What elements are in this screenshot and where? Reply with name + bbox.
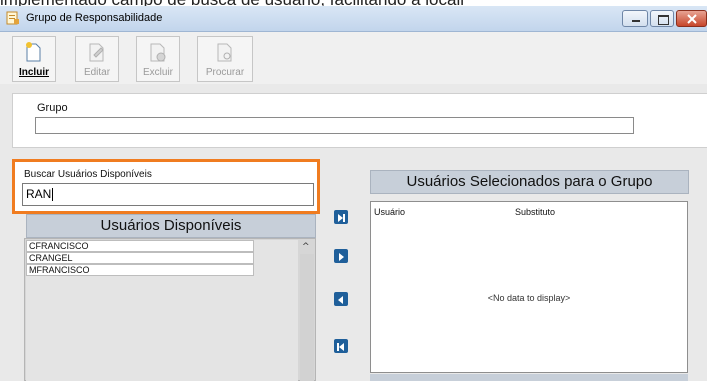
move-all-right-button[interactable] — [334, 210, 348, 224]
play-left-icon — [338, 296, 343, 304]
skip-next-icon — [338, 214, 345, 222]
close-icon — [687, 14, 697, 24]
play-right-icon — [339, 253, 344, 261]
move-right-button[interactable] — [334, 249, 348, 263]
column-header-substituto[interactable]: Substituto — [515, 207, 555, 217]
scroll-up-icon[interactable]: ^ — [302, 242, 310, 252]
maximize-button[interactable] — [650, 10, 674, 27]
minimize-button[interactable] — [622, 10, 648, 27]
app-icon — [6, 11, 19, 25]
available-users-header: Usuários Disponíveis — [26, 214, 316, 238]
move-left-button[interactable] — [334, 292, 348, 306]
excluir-button[interactable]: Excluir — [136, 36, 180, 82]
search-input[interactable]: RAN — [22, 183, 314, 206]
window-title: Grupo de Responsabilidade — [26, 12, 163, 24]
available-users-list: CFRANCISCO CRANGEL MFRANCISCO — [26, 240, 298, 381]
column-header-usuario[interactable]: Usuário — [374, 207, 405, 217]
incluir-label: Incluir — [18, 67, 49, 78]
minimize-icon — [632, 20, 640, 22]
group-input[interactable] — [35, 117, 634, 134]
delete-document-icon — [150, 43, 166, 62]
search-input-value: RAN — [26, 187, 52, 201]
new-document-icon — [26, 42, 41, 62]
search-label: Buscar Usuários Disponíveis — [24, 169, 152, 180]
available-users-scrollbar[interactable] — [300, 254, 314, 381]
group-label: Grupo — [37, 102, 68, 114]
text-caret — [52, 188, 54, 202]
maximize-icon — [658, 15, 669, 25]
procurar-button[interactable]: Procurar — [197, 36, 253, 82]
editar-label: Editar — [83, 67, 111, 78]
list-item[interactable]: CRANGEL — [26, 252, 254, 264]
list-item[interactable]: CFRANCISCO — [26, 240, 254, 252]
skip-previous-icon — [337, 343, 344, 351]
selected-users-grid[interactable] — [370, 201, 688, 373]
edit-document-icon — [89, 43, 104, 62]
selected-users-footer — [370, 374, 688, 381]
excluir-label: Excluir — [142, 67, 173, 78]
editar-button[interactable]: Editar — [75, 36, 119, 82]
procurar-label: Procurar — [205, 67, 245, 78]
search-document-icon — [217, 43, 232, 62]
incluir-button[interactable]: Incluir — [12, 36, 56, 82]
no-data-message: <No data to display> — [487, 293, 571, 303]
close-button[interactable] — [676, 10, 707, 27]
selected-users-header: Usuários Selecionados para o Grupo — [370, 170, 689, 194]
move-all-left-button[interactable] — [334, 339, 348, 353]
list-item[interactable]: MFRANCISCO — [26, 264, 254, 276]
window-titlebar: Grupo de Responsabilidade — [0, 6, 707, 32]
